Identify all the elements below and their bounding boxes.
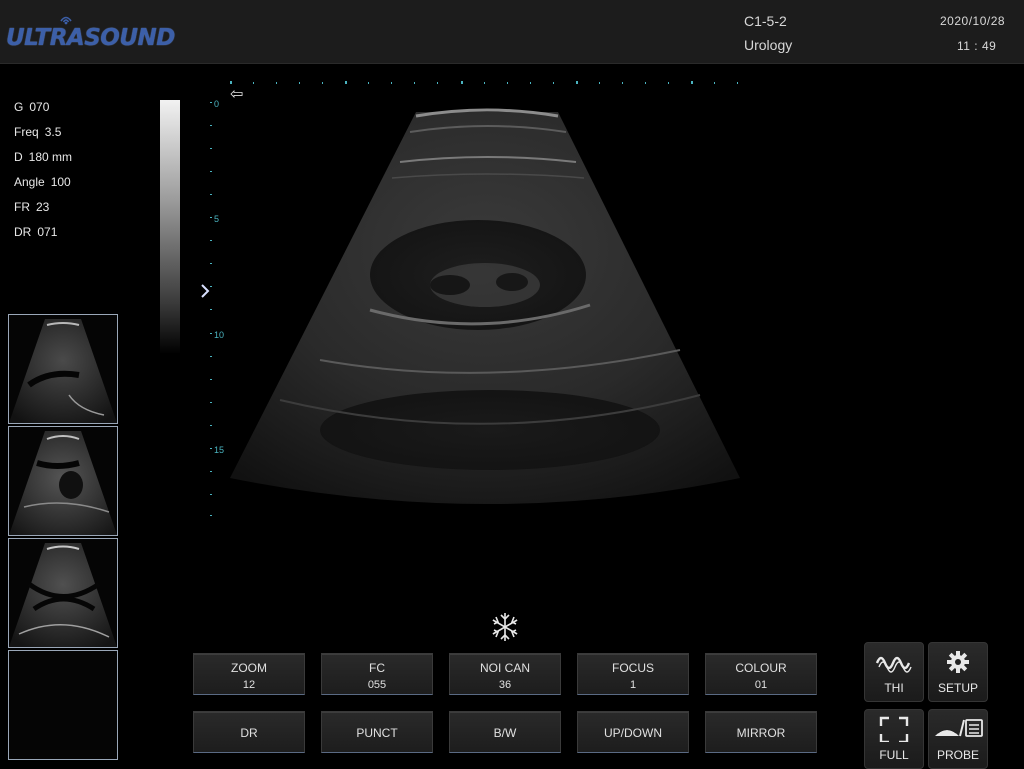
preset-name: Urology (744, 37, 793, 53)
fullscreen-icon (879, 716, 909, 742)
param-depth: D 180 mm (14, 150, 73, 164)
probe-icon (935, 719, 983, 737)
param-frame-rate: FR 23 (14, 200, 50, 214)
gear-icon (947, 651, 969, 673)
up-down-button[interactable]: UP/DOWN (577, 711, 689, 753)
logo-text: ULTRASOUND (6, 25, 175, 51)
full-button[interactable]: FULL (864, 709, 924, 769)
param-frequency: Freq 3.5 (14, 125, 62, 139)
lateral-ruler (230, 81, 738, 84)
probe-name: C1-5-2 (744, 13, 787, 29)
thumbnail-3[interactable] (8, 538, 118, 648)
time-display: 11 : 49 (957, 39, 997, 53)
focus-marker-icon[interactable] (200, 283, 210, 299)
grayscale-bar (160, 100, 180, 354)
freeze-icon[interactable] (488, 610, 522, 644)
thumbnail-1[interactable] (8, 314, 118, 424)
header-bar: ULTRASOUND C1-5-2 Urology 2020/10/28 11 … (0, 0, 1024, 64)
colour-button[interactable]: COLOUR 01 (705, 653, 817, 695)
bw-button[interactable]: B/W (449, 711, 561, 753)
depth-label-5: 5 (214, 214, 220, 224)
puncture-button[interactable]: PUNCT (321, 711, 433, 753)
dr-button[interactable]: DR (193, 711, 305, 753)
probe-button[interactable]: PROBE (928, 709, 988, 769)
setup-button[interactable]: SETUP (928, 642, 988, 702)
noise-cancel-button[interactable]: NOI CAN 36 (449, 653, 561, 695)
brand-logo: ULTRASOUND (6, 12, 175, 52)
wave-icon (875, 656, 912, 673)
imaging-parameters: G 070 Freq 3.5 D 180 mm Angle 100 FR 23 DR 071 (14, 100, 72, 250)
thumbnail-empty[interactable] (8, 650, 118, 760)
thumbnail-2[interactable] (8, 426, 118, 536)
thi-button[interactable]: THI (864, 642, 924, 702)
mirror-button[interactable]: MIRROR (705, 711, 817, 753)
fc-button[interactable]: FC 055 (321, 653, 433, 695)
focus-button[interactable]: FOCUS 1 (577, 653, 689, 695)
depth-label-0: 0 (214, 99, 220, 109)
date-display: 2020/10/28 (940, 14, 1006, 28)
ultrasound-image[interactable] (220, 100, 760, 530)
zoom-button[interactable]: ZOOM 12 (193, 653, 305, 695)
param-dynamic-range: DR 071 (14, 225, 58, 239)
param-gain: G 070 (14, 100, 50, 114)
param-angle: Angle 100 (14, 175, 71, 189)
